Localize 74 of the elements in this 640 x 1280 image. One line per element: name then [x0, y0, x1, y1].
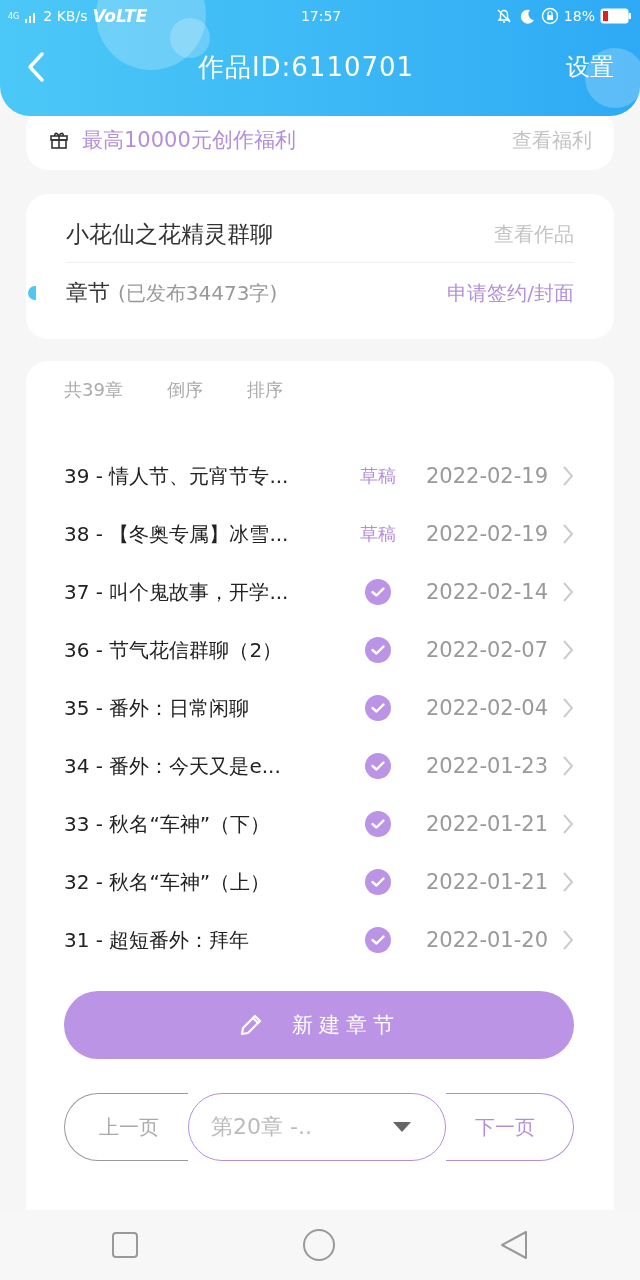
clock: 17:57 — [300, 8, 342, 24]
check-icon — [365, 579, 391, 605]
chevron-right-icon — [562, 871, 574, 893]
chapter-date: 2022-02-19 — [424, 464, 548, 488]
chapter-row[interactable]: 34 - 番外：今天又是e... 2022-01-23 — [64, 737, 574, 795]
draft-label: 草稿 — [360, 464, 396, 488]
chapter-title: 32 - 秋名“车神”（上） — [64, 868, 272, 896]
chapter-date: 2022-02-04 — [424, 696, 548, 720]
check-icon — [365, 811, 391, 837]
chapter-title: 37 - 叫个鬼故事，开学... — [64, 578, 290, 606]
chapter-row[interactable]: 37 - 叫个鬼故事，开学... 2022-02-14 — [64, 563, 574, 621]
chapter-date: 2022-01-20 — [424, 928, 548, 952]
word-count: (已发布34473字) — [118, 279, 279, 307]
chapter-date: 2022-02-14 — [424, 580, 548, 604]
chapter-title: 31 - 超短番外：拜年 — [64, 926, 251, 954]
draft-label: 草稿 — [360, 522, 396, 546]
chevron-right-icon — [562, 755, 574, 777]
chapter-date: 2022-02-07 — [424, 638, 548, 662]
chapter-row[interactable]: 38 - 【冬奥专属】冰雪... 草稿 2022-02-19 — [64, 505, 574, 563]
chevron-right-icon — [562, 581, 574, 603]
check-icon — [365, 753, 391, 779]
section-label: 章节 — [66, 279, 110, 307]
chapter-row[interactable]: 33 - 秋名“车神”（下） 2022-01-21 — [64, 795, 574, 853]
check-icon — [365, 637, 391, 663]
dropdown-caret-icon — [393, 1122, 411, 1132]
chapter-title: 33 - 秋名“车神”（下） — [64, 810, 272, 838]
new-chapter-button[interactable]: 新建章节 — [64, 991, 574, 1059]
reverse-button[interactable]: 倒序 — [166, 378, 203, 402]
work-title: 小花仙之花精灵群聊 — [66, 219, 273, 249]
chevron-right-icon — [562, 523, 574, 545]
chapter-row[interactable]: 36 - 节气花信群聊（2） 2022-02-07 — [64, 621, 574, 679]
view-work-link[interactable]: 查看作品 — [494, 220, 574, 248]
chevron-right-icon — [562, 697, 574, 719]
chevron-right-icon — [562, 929, 574, 951]
chapter-count: 共39章 — [64, 378, 123, 402]
chapter-title: 34 - 番外：今天又是e... — [64, 752, 282, 780]
network-label: 4G — [8, 11, 20, 21]
rotation-lock-icon — [540, 7, 559, 25]
chapter-title: 39 - 情人节、元宵节专... — [64, 462, 290, 490]
back-icon[interactable] — [26, 51, 46, 83]
chapter-date: 2022-02-19 — [424, 522, 548, 546]
view-benefits-link[interactable]: 查看福利 — [512, 126, 592, 154]
network-speed: 2 KB/s — [43, 8, 88, 24]
chapter-select[interactable]: 第20章 -.. — [188, 1093, 446, 1161]
chapter-row[interactable]: 35 - 番外：日常闲聊 2022-02-04 — [64, 679, 574, 737]
chapter-row[interactable]: 32 - 秋名“车神”（上） 2022-01-21 — [64, 853, 574, 911]
battery-icon — [600, 8, 632, 24]
chapter-row[interactable]: 31 - 超短番外：拜年 2022-01-20 — [64, 911, 574, 969]
bonus-text: 最高10000元创作福利 — [82, 127, 297, 154]
chapter-title: 35 - 番外：日常闲聊 — [64, 694, 251, 722]
check-icon — [365, 927, 391, 953]
volte-label: VoLTE — [92, 6, 148, 26]
chapter-date: 2022-01-21 — [424, 812, 548, 836]
check-icon — [365, 869, 391, 895]
chevron-right-icon — [562, 813, 574, 835]
check-icon — [365, 695, 391, 721]
back-nav-icon[interactable] — [498, 1229, 529, 1261]
section-marker — [28, 286, 36, 300]
recent-apps-icon[interactable] — [111, 1231, 140, 1259]
settings-button[interactable]: 设置 — [566, 51, 614, 83]
chapter-row[interactable]: 39 - 情人节、元宵节专... 草稿 2022-02-19 — [64, 447, 574, 505]
battery-percent: 18% — [563, 8, 595, 24]
chevron-right-icon — [562, 465, 574, 487]
next-page-button[interactable]: 下一页 — [446, 1093, 574, 1161]
home-icon[interactable] — [302, 1228, 336, 1262]
chapter-date: 2022-01-21 — [424, 870, 548, 894]
apply-link[interactable]: 申请签约/封面 — [447, 279, 574, 307]
chevron-right-icon — [562, 639, 574, 661]
sort-button[interactable]: 排序 — [246, 378, 283, 402]
page-title: 作品ID:6110701 — [197, 50, 415, 84]
chapter-date: 2022-01-23 — [424, 754, 548, 778]
chapter-title: 38 - 【冬奥专属】冰雪... — [64, 520, 290, 548]
pencil-icon — [238, 1012, 264, 1038]
chapter-title: 36 - 节气花信群聊（2） — [64, 636, 284, 664]
